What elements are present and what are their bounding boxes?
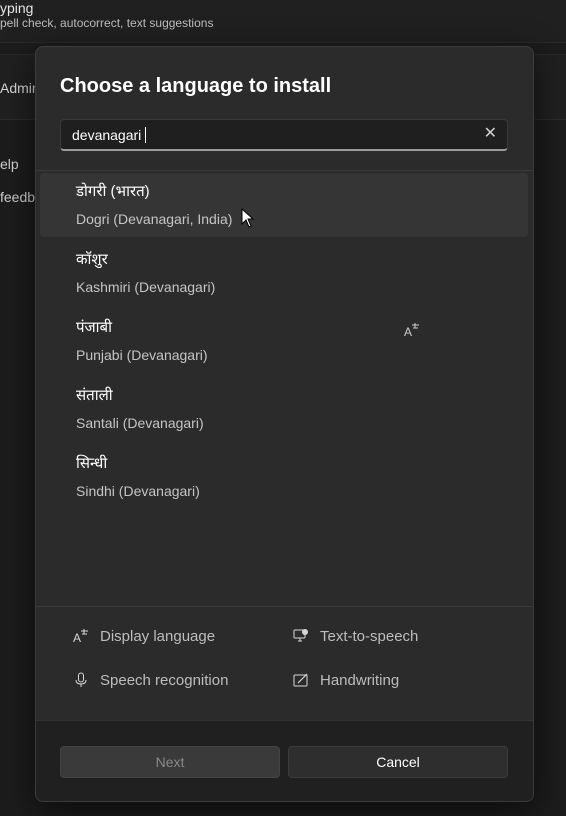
dialog-footer: Next Cancel [36,720,533,801]
language-feature-icon: A [404,323,419,338]
svg-text:A: A [404,325,412,338]
language-native-name: कॉशुर [76,251,108,268]
language-english-name: Dogri (Devanagari, India) [76,211,233,227]
feature-speech-recognition: Speech recognition [72,671,228,689]
svg-text:A: A [73,631,81,644]
language-search-input[interactable]: devanagari ✕ [60,119,508,151]
microphone-icon [72,671,90,689]
language-english-name: Punjabi (Devanagari) [76,347,208,363]
admin-label: Admin [0,80,40,96]
language-english-name: Sindhi (Devanagari) [76,483,200,499]
language-native-name: सिन्धी [76,455,108,472]
language-item-sindhi[interactable]: सिन्धी Sindhi (Devanagari) [40,445,528,509]
text-caret [145,127,147,143]
install-language-dialog: Choose a language to install devanagari … [35,46,534,802]
language-native-name: डोगरी (भारत) [76,183,150,200]
language-item-dogri[interactable]: डोगरी (भारत) Dogri (Devanagari, India) [40,173,528,237]
search-text: devanagari [72,127,147,143]
language-native-name: संताली [76,387,113,404]
display-language-icon: A [72,627,90,645]
next-button[interactable]: Next [60,746,280,778]
search-value: devanagari [72,127,142,143]
feature-label: Text-to-speech [320,627,419,645]
language-features: A Display language Text-to-speech Speech… [36,606,533,721]
dialog-title: Choose a language to install [60,75,332,97]
settings-header-row: yping pell check, autocorrect, text sugg… [0,0,566,43]
handwriting-icon [292,671,310,689]
language-english-name: Kashmiri (Devanagari) [76,279,216,295]
close-icon[interactable]: ✕ [484,126,497,142]
feature-label: Speech recognition [100,671,229,689]
language-english-name: Santali (Devanagari) [76,415,204,431]
language-item-santali[interactable]: संताली Santali (Devanagari) [40,377,528,441]
language-list: डोगरी (भारत) Dogri (Devanagari, India) क… [36,170,533,607]
feature-display-language: A Display language [72,627,215,645]
get-help-link: elp [0,156,19,172]
cancel-button[interactable]: Cancel [288,746,508,778]
typing-description: pell check, autocorrect, text suggestion… [0,16,214,30]
text-to-speech-icon [292,627,310,645]
language-item-punjabi[interactable]: पंजाबी Punjabi (Devanagari) [40,309,528,373]
feature-handwriting: Handwriting [292,671,399,689]
feature-label: Display language [100,627,216,645]
feature-label: Handwriting [320,671,400,689]
mouse-pointer-icon [241,208,255,228]
language-native-name: पंजाबी [76,319,112,336]
feature-text-to-speech: Text-to-speech [292,627,418,645]
language-item-kashmiri[interactable]: कॉशुर Kashmiri (Devanagari) [40,241,528,305]
typing-heading: yping [0,0,34,16]
